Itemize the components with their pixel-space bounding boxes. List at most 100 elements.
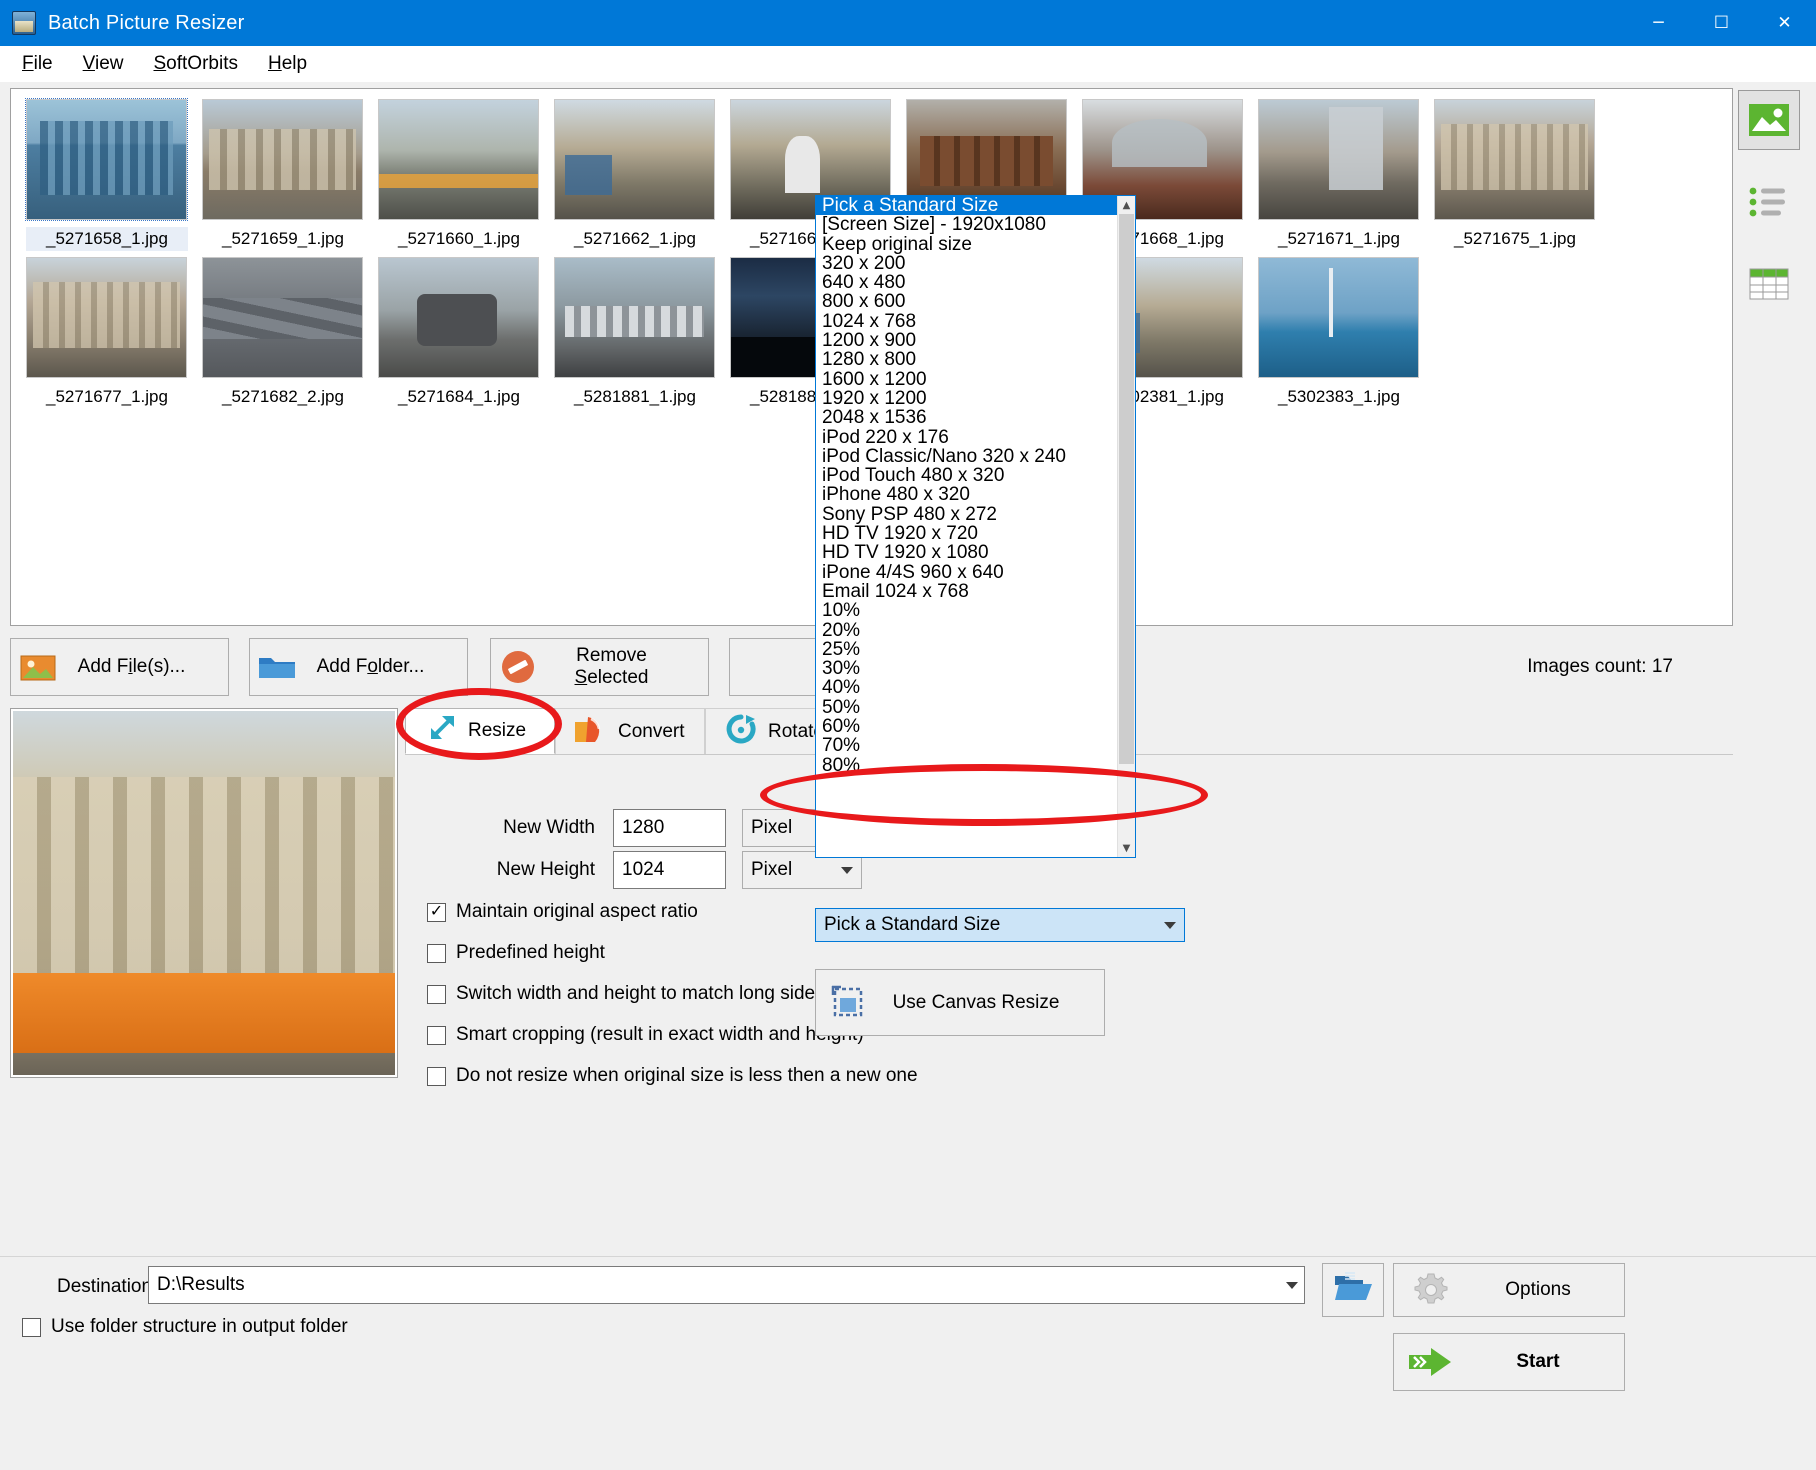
view-mode-toolbar (1738, 90, 1808, 336)
thumbnail-item[interactable]: _5271658_1.jpg (26, 99, 188, 251)
thumbnail-filename: _5271682_2.jpg (202, 385, 364, 409)
thumbnail-item[interactable]: _5271677_1.jpg (26, 257, 188, 409)
scroll-up-icon[interactable]: ▲ (1118, 196, 1135, 214)
dropdown-option[interactable]: 1200 x 900 (816, 331, 1117, 350)
tab-convert[interactable]: Convert (555, 708, 705, 754)
thumbnail-image[interactable] (554, 99, 715, 220)
thumbnail-item[interactable]: _5302383_1.jpg (1258, 257, 1420, 409)
dropdown-option[interactable]: 320 x 200 (816, 254, 1117, 273)
dropdown-option[interactable]: 40% (816, 678, 1117, 697)
thumbnail-item[interactable]: _5271671_1.jpg (1258, 99, 1420, 251)
thumbnail-image[interactable] (554, 257, 715, 378)
dropdown-option[interactable]: HD TV 1920 x 1080 (816, 543, 1117, 562)
dropdown-scrollbar[interactable]: ▲ ▼ (1117, 196, 1135, 857)
list-view-icon[interactable] (1738, 172, 1800, 232)
standard-size-dropdown-list[interactable]: Pick a Standard Size[Screen Size] - 1920… (815, 195, 1136, 858)
checkbox-predefined-height[interactable]: Predefined height (427, 942, 605, 964)
image-preview-panel (10, 708, 398, 1078)
checkbox-do-not-resize-smaller[interactable]: Do not resize when original size is less… (427, 1065, 918, 1087)
thumbnail-image[interactable] (26, 99, 187, 220)
dropdown-option[interactable]: 640 x 480 (816, 273, 1117, 292)
thumbnail-photo (27, 100, 186, 219)
chevron-down-icon[interactable] (1286, 1282, 1298, 1289)
new-height-unit-value: Pixel (751, 859, 792, 881)
dropdown-option[interactable]: 50% (816, 698, 1117, 717)
dropdown-option[interactable]: 80% (816, 756, 1117, 775)
dropdown-option[interactable]: iPone 4/4S 960 x 640 (816, 563, 1117, 582)
no-entry-icon (491, 649, 545, 685)
thumbnail-item[interactable]: _5271659_1.jpg (202, 99, 364, 251)
dropdown-option[interactable]: 1600 x 1200 (816, 370, 1117, 389)
thumbnail-photo (27, 258, 186, 377)
dropdown-option[interactable]: [Screen Size] - 1920x1080 (816, 215, 1117, 234)
thumbnail-item[interactable]: _5271662_1.jpg (554, 99, 716, 251)
dropdown-option[interactable]: HD TV 1920 x 720 (816, 524, 1117, 543)
thumbnail-image[interactable] (378, 99, 539, 220)
menu-item-softorbits[interactable]: SoftOrbits (141, 49, 250, 79)
dropdown-option[interactable]: 30% (816, 659, 1117, 678)
thumbnail-image[interactable] (378, 257, 539, 378)
dropdown-option[interactable]: 1920 x 1200 (816, 389, 1117, 408)
scrollbar-thumb[interactable] (1119, 214, 1134, 764)
thumbnail-photo (1259, 258, 1418, 377)
options-button[interactable]: Options (1393, 1263, 1625, 1317)
dropdown-option[interactable]: 1024 x 768 (816, 312, 1117, 331)
close-button[interactable]: ✕ (1753, 0, 1816, 46)
browse-folder-button[interactable] (1322, 1263, 1384, 1317)
pick-standard-size-select[interactable]: Pick a Standard Size (815, 908, 1185, 942)
checkbox-maintain-aspect-ratio[interactable]: Maintain original aspect ratio (427, 901, 698, 923)
window-controls: ─ ☐ ✕ (1627, 0, 1816, 46)
thumbnail-image[interactable] (1258, 257, 1419, 378)
thumbnail-item[interactable]: _5281881_1.jpg (554, 257, 716, 409)
dropdown-option[interactable]: Email 1024 x 768 (816, 582, 1117, 601)
scroll-down-icon[interactable]: ▼ (1118, 839, 1135, 857)
menu-item-help[interactable]: Help (256, 49, 319, 79)
dropdown-option[interactable]: 20% (816, 621, 1117, 640)
checkbox-label: Switch width and height to match long si… (456, 983, 825, 1005)
dropdown-option[interactable]: 60% (816, 717, 1117, 736)
thumbnail-image[interactable] (1434, 99, 1595, 220)
chevron-down-icon (841, 867, 853, 874)
dropdown-option[interactable]: Keep original size (816, 235, 1117, 254)
add-files-icon (11, 652, 65, 682)
dropdown-option[interactable]: Pick a Standard Size (816, 196, 1117, 215)
table-view-icon[interactable] (1738, 254, 1800, 314)
thumbnail-item[interactable]: _5271675_1.jpg (1434, 99, 1596, 251)
checkbox-smart-cropping[interactable]: Smart cropping (result in exact width an… (427, 1024, 864, 1046)
thumbnail-item[interactable]: _5271682_2.jpg (202, 257, 364, 409)
new-height-input[interactable]: 1024 (613, 851, 726, 889)
thumbnail-image[interactable] (202, 257, 363, 378)
menu-item-file[interactable]: FFileile (10, 49, 65, 79)
remove-selected-button[interactable]: Remove Selected (490, 638, 709, 696)
maximize-button[interactable]: ☐ (1690, 0, 1753, 46)
use-canvas-resize-button[interactable]: Use Canvas Resize (815, 969, 1105, 1036)
dropdown-option[interactable]: 25% (816, 640, 1117, 659)
destination-input[interactable]: D:\Results (148, 1266, 1305, 1304)
dropdown-option[interactable]: 1280 x 800 (816, 350, 1117, 369)
dropdown-option[interactable]: iPod Touch 480 x 320 (816, 466, 1117, 485)
thumbnail-item[interactable]: _5271684_1.jpg (378, 257, 540, 409)
minimize-button[interactable]: ─ (1627, 0, 1690, 46)
add-files-button[interactable]: Add File(s)... (10, 638, 229, 696)
menu-item-view[interactable]: View (71, 49, 136, 79)
dropdown-option[interactable]: iPod 220 x 176 (816, 428, 1117, 447)
thumbnail-view-icon[interactable] (1738, 90, 1800, 150)
start-button[interactable]: Start (1393, 1333, 1625, 1391)
dropdown-option[interactable]: 800 x 600 (816, 292, 1117, 311)
start-label: Start (1468, 1351, 1624, 1373)
dropdown-option[interactable]: iPod Classic/Nano 320 x 240 (816, 447, 1117, 466)
thumbnail-image[interactable] (26, 257, 187, 378)
dropdown-option[interactable]: 2048 x 1536 (816, 408, 1117, 427)
add-folder-button[interactable]: Add Folder... (249, 638, 468, 696)
dropdown-option[interactable]: 70% (816, 736, 1117, 755)
new-width-input[interactable]: 1280 (613, 809, 726, 847)
dropdown-option[interactable]: iPhone 480 x 320 (816, 485, 1117, 504)
thumbnail-item[interactable]: _5271660_1.jpg (378, 99, 540, 251)
dropdown-option[interactable]: Sony PSP 480 x 272 (816, 505, 1117, 524)
checkbox-use-folder-structure[interactable]: Use folder structure in output folder (22, 1316, 348, 1338)
checkbox-switch-width-height[interactable]: Switch width and height to match long si… (427, 983, 825, 1005)
thumbnail-image[interactable] (202, 99, 363, 220)
dropdown-option[interactable]: 10% (816, 601, 1117, 620)
thumbnail-image[interactable] (1258, 99, 1419, 220)
tab-resize[interactable]: Resize (405, 708, 555, 754)
